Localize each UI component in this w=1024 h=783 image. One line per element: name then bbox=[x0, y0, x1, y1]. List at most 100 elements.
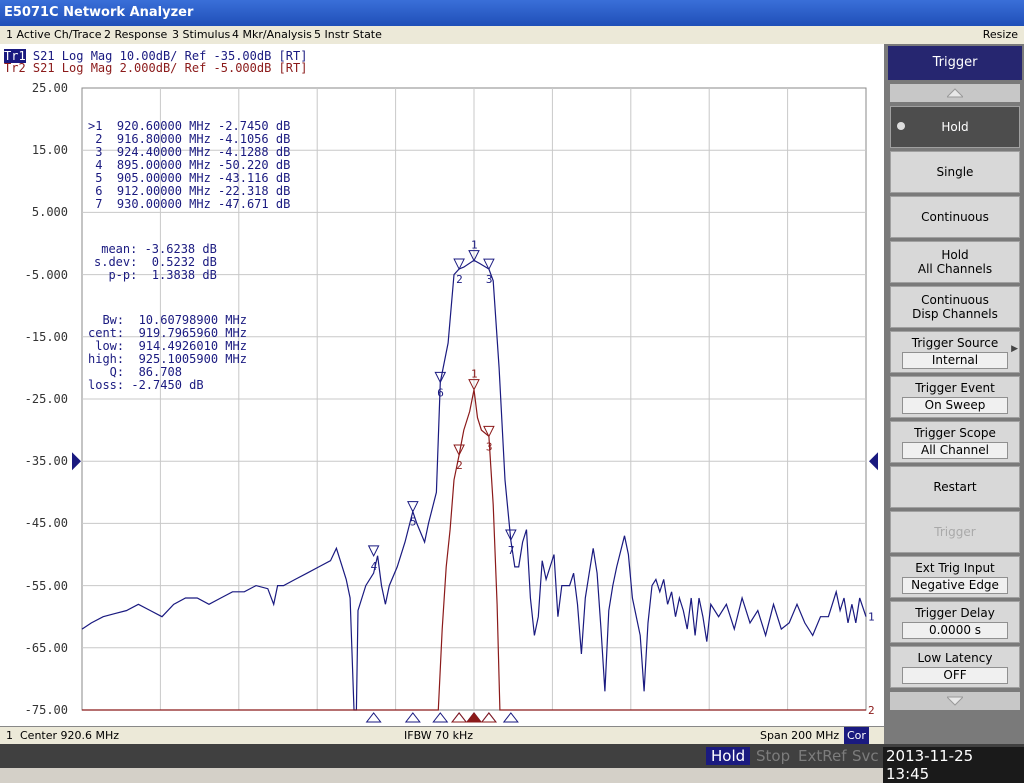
y-tick-label: -35.00 bbox=[24, 454, 68, 469]
window-title: E5071C Network Analyzer bbox=[0, 0, 1024, 26]
softkey-hold-all-channels[interactable]: Hold All Channels bbox=[890, 241, 1020, 283]
status-span: Span 200 MHz bbox=[760, 729, 840, 742]
y-tick-label: -55.00 bbox=[24, 578, 68, 593]
softkey-ext-trig-input[interactable]: Ext Trig Input Negative Edge bbox=[890, 556, 1020, 598]
statistic-row: p-p: 1.3838 dB bbox=[94, 268, 217, 282]
softkey-value: On Sweep bbox=[902, 396, 1008, 414]
softkey-label: Restart bbox=[933, 480, 977, 494]
softkey-menu-title: Trigger bbox=[888, 46, 1022, 80]
menu-mkr-analysis[interactable]: 4 Mkr/Analysis bbox=[232, 26, 312, 44]
measurement-screen: Tr1 S21 Log Mag 10.00dB/ Ref -35.00dB [R… bbox=[0, 44, 884, 726]
softkey-label-line2: All Channels bbox=[917, 262, 993, 276]
marker-number: 4 bbox=[371, 560, 378, 573]
softkey-trigger-delay[interactable]: Trigger Delay 0.0000 s bbox=[890, 601, 1020, 643]
softkey-label-line2: Disp Channels bbox=[912, 307, 998, 321]
softkey-label: Trigger Source bbox=[911, 335, 999, 350]
y-tick-label: -25.00 bbox=[24, 392, 68, 406]
softkey-low-latency[interactable]: Low Latency OFF bbox=[890, 646, 1020, 688]
marker-axis-indicator bbox=[365, 712, 382, 723]
softkey-label: Trigger Delay bbox=[915, 605, 995, 620]
status-ifbw: IFBW 70 kHz bbox=[404, 729, 474, 742]
softkey-value: 0.0000 s bbox=[902, 621, 1008, 639]
y-tick-label: -65.00 bbox=[24, 640, 68, 655]
softkey-value: Internal bbox=[902, 351, 1008, 369]
selected-bullet-icon bbox=[897, 122, 905, 130]
marker-number: 3 bbox=[486, 273, 493, 286]
softkey-label: Continuous bbox=[921, 293, 989, 307]
y-tick-label: -15.00 bbox=[24, 329, 68, 344]
softkey-restart[interactable]: Restart bbox=[890, 466, 1020, 508]
hold-indicator: Hold bbox=[706, 747, 751, 765]
marker-number: 1 bbox=[471, 239, 478, 252]
menu-response[interactable]: 2 Response bbox=[104, 26, 167, 44]
softkey-label: Trigger Scope bbox=[914, 425, 996, 440]
softkey-value: All Channel bbox=[902, 441, 1008, 459]
status-center: Center 920.6 MHz bbox=[20, 729, 120, 742]
trace-end-label: 1 bbox=[868, 611, 875, 624]
statistics-readout: mean: -3.6238 dB s.dev: 0.5232 dB p-p: 1.… bbox=[88, 243, 290, 282]
softkey-trigger[interactable]: Trigger bbox=[890, 511, 1020, 553]
arrow-up-icon bbox=[947, 88, 963, 98]
softkey-trigger-event[interactable]: Trigger Event On Sweep bbox=[890, 376, 1020, 418]
marker-number: 7 bbox=[508, 544, 515, 557]
stop-indicator: Stop bbox=[756, 747, 791, 765]
softkey-label: Single bbox=[936, 165, 974, 179]
y-tick-label: 5.000 bbox=[31, 205, 68, 220]
menu-bar: 1 Active Ch/Trace 2 Response 3 Stimulus … bbox=[0, 26, 1024, 44]
scroll-down-button[interactable] bbox=[890, 692, 1020, 710]
marker-axis-indicator bbox=[404, 712, 421, 723]
marker-row: 7 930.00000 MHz -47.671 dB bbox=[88, 197, 291, 211]
softkey-hold[interactable]: Hold bbox=[890, 106, 1020, 148]
scroll-up-button[interactable] bbox=[890, 84, 1020, 102]
submenu-arrow-icon: ▶ bbox=[1011, 344, 1018, 354]
softkey-label: Trigger bbox=[934, 525, 976, 539]
softkey-label: Trigger Event bbox=[915, 380, 995, 395]
status-channel: 1 bbox=[6, 729, 13, 742]
marker-number: 6 bbox=[437, 386, 444, 399]
softkey-trigger-scope[interactable]: Trigger Scope All Channel bbox=[890, 421, 1020, 463]
marker-number: 2 bbox=[456, 273, 463, 286]
trace-end-label: 2 bbox=[868, 704, 875, 717]
softkey-value: Negative Edge bbox=[902, 576, 1008, 594]
menu-stimulus[interactable]: 3 Stimulus bbox=[172, 26, 230, 44]
arrow-down-icon bbox=[947, 696, 963, 706]
softkey-label: Hold bbox=[941, 248, 969, 262]
instrument-status-bar: Hold Stop ExtRef Svc 2013-11-25 13:45 bbox=[0, 744, 1024, 783]
menu-resize[interactable]: Resize bbox=[983, 26, 1018, 44]
marker-axis-indicator bbox=[502, 712, 519, 723]
softkey-label: Ext Trig Input bbox=[915, 560, 995, 575]
softkey-continuous-disp-channels[interactable]: Continuous Disp Channels bbox=[890, 286, 1020, 328]
softkey-continuous[interactable]: Continuous bbox=[890, 196, 1020, 238]
y-tick-label: 25.00 bbox=[31, 81, 68, 95]
svc-indicator: Svc bbox=[852, 747, 879, 765]
softkey-panel: Trigger Hold Single Continuous Hold All C… bbox=[884, 44, 1024, 744]
marker-list: >1 920.60000 MHz -2.7450 dB 2 916.80000 … bbox=[88, 120, 290, 211]
y-tick-label: -5.000 bbox=[24, 267, 68, 282]
menu-instr-state[interactable]: 5 Instr State bbox=[314, 26, 382, 44]
bandwidth-row: loss: -2.7450 dB bbox=[88, 378, 204, 392]
menu-active-ch-trace[interactable]: 1 Active Ch/Trace bbox=[6, 26, 102, 44]
marker-number: 5 bbox=[410, 516, 417, 529]
status-cor-badge: Cor bbox=[844, 727, 869, 745]
marker-axis-indicator bbox=[451, 712, 468, 723]
marker-number: 2 bbox=[456, 459, 463, 472]
marker-axis-indicator bbox=[451, 712, 468, 723]
softkey-value: OFF bbox=[902, 666, 1008, 684]
ref-level-left-marker bbox=[72, 452, 81, 471]
softkey-single[interactable]: Single bbox=[890, 151, 1020, 193]
softkey-label: Hold bbox=[941, 120, 969, 134]
marker-axis-indicator bbox=[480, 712, 497, 723]
softkey-label: Continuous bbox=[921, 210, 989, 224]
date-time: 2013-11-25 13:45 bbox=[883, 747, 1024, 783]
marker-number: 1 bbox=[471, 368, 478, 381]
softkey-trigger-source[interactable]: Trigger Source Internal ▶ bbox=[890, 331, 1020, 373]
marker-readout: >1 920.60000 MHz -2.7450 dB 2 916.80000 … bbox=[88, 94, 290, 418]
y-tick-label: -45.00 bbox=[24, 516, 68, 531]
y-tick-label: -75.00 bbox=[24, 703, 68, 717]
marker-axis-indicator bbox=[465, 712, 483, 723]
extref-indicator: ExtRef bbox=[798, 747, 847, 765]
status-bar: 1 Center 920.6 MHz IFBW 70 kHz Span 200 … bbox=[0, 726, 884, 745]
bandwidth-readout: Bw: 10.60798900 MHz cent: 919.7965960 MHz… bbox=[88, 314, 290, 392]
y-tick-label: 15.00 bbox=[31, 143, 68, 158]
softkey-label: Low Latency bbox=[917, 650, 993, 665]
